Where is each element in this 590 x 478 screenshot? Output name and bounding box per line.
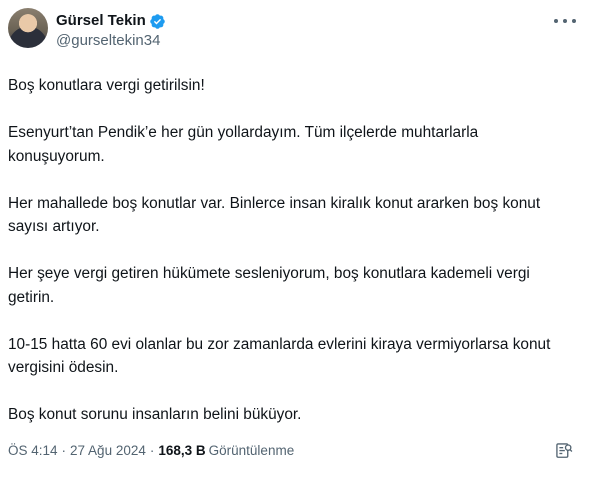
tweet-body: Boş konutlara vergi getirilsin! Esenyurt…: [8, 74, 582, 427]
tweet-date[interactable]: 27 Ağu 2024: [70, 443, 146, 458]
name-row: Gürsel Tekin: [56, 12, 166, 30]
tweet-paragraph: Esenyurt’tan Pendik’e her gün yollardayı…: [8, 124, 479, 165]
tweet-paragraph: Her şeye vergi getiren hükümete sesleniy…: [8, 265, 530, 306]
author-display-name[interactable]: Gürsel Tekin: [56, 12, 146, 30]
author-handle[interactable]: @gurseltekin34: [56, 31, 166, 51]
tweet-paragraph: Boş konutlara vergi getirilsin!: [8, 77, 205, 94]
tweet-meta: ÖS 4:14 · 27 Ağu 2024 · 168,3 B Görüntül…: [8, 443, 294, 458]
verified-badge-icon[interactable]: [149, 13, 166, 30]
meta-separator: ·: [61, 443, 67, 458]
avatar[interactable]: [8, 8, 48, 48]
grok-explain-icon[interactable]: [554, 441, 574, 461]
views-count: 168,3 B: [158, 443, 206, 458]
meta-separator: ·: [149, 443, 155, 458]
tweet-card: Gürsel Tekin @gurseltekin34 Boş konutlar…: [0, 0, 590, 478]
tweet-paragraph: 10-15 hatta 60 evi olanlar bu zor zamanl…: [8, 335, 551, 377]
views-label: Görüntülenme: [208, 443, 295, 458]
tweet-header: Gürsel Tekin @gurseltekin34: [8, 8, 582, 56]
author-names: Gürsel Tekin @gurseltekin34: [56, 8, 166, 51]
tweet-paragraph: Her mahallede boş konutlar var. Binlerce…: [8, 194, 541, 236]
tweet-time[interactable]: ÖS 4:14: [8, 443, 58, 458]
more-horizontal-icon[interactable]: [554, 14, 576, 28]
tweet-paragraph: Boş konut sorunu insanların belini büküy…: [8, 406, 302, 423]
